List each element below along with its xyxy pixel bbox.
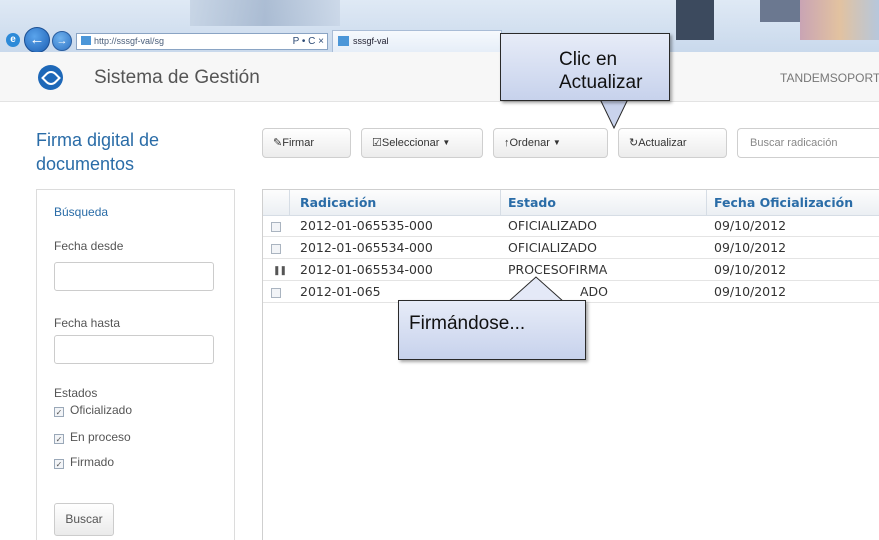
app-logo-icon [38, 65, 63, 90]
column-separator [289, 190, 290, 216]
browser-background-decoration [676, 0, 714, 40]
ordenar-label: Ordenar [509, 137, 550, 149]
browser-chrome: e ← → http://sssgf-val/sg Ρ • C × sssgf-… [0, 0, 879, 52]
estado-label: Oficializado [70, 403, 133, 417]
callout-pointer [599, 98, 629, 130]
forward-arrow-icon[interactable]: → [52, 31, 72, 51]
column-separator [706, 190, 707, 216]
address-controls[interactable]: Ρ • C × [293, 34, 324, 49]
firmar-button[interactable]: ✎Firmar [262, 128, 351, 158]
estado-firmado-checkbox[interactable]: ✓ Firmado [54, 455, 114, 469]
cell-fecha: 09/10/2012 [714, 240, 787, 255]
pencil-icon: ✎ [273, 137, 283, 149]
fecha-desde-input[interactable] [54, 262, 214, 291]
check-square-icon: ☑ [372, 137, 382, 149]
documents-grid: Radicación Estado Fecha Oficialización 2… [262, 189, 879, 540]
column-header-radicacion[interactable]: Radicación [295, 190, 376, 216]
fecha-desde-label: Fecha desde [54, 239, 124, 253]
browser-tab[interactable]: sssgf-val [332, 30, 502, 52]
callout-firmando: Firmándose... [398, 300, 586, 360]
app-title: Sistema de Gestión [94, 67, 260, 88]
user-name[interactable]: TANDEMSOPORTE [780, 71, 879, 85]
sidebar-title: Búsqueda [54, 205, 109, 219]
cell-radicacion: 2012-01-065534-000 [300, 262, 433, 277]
row-checkbox[interactable] [271, 244, 281, 254]
search-sidebar: Búsqueda Fecha desde Fecha hasta Estados… [36, 189, 235, 540]
callout-text: Firmándose... [409, 313, 526, 334]
column-header-fecha[interactable]: Fecha Oficialización [709, 190, 853, 216]
browser-background-decoration [800, 0, 879, 40]
cell-fecha: 09/10/2012 [714, 284, 787, 299]
caret-down-icon: ▼ [442, 138, 451, 147]
row-checkbox[interactable] [271, 288, 281, 298]
buscar-radicacion-input[interactable]: Buscar radicación [737, 128, 879, 158]
browser-background-decoration [190, 0, 340, 26]
cell-fecha: 09/10/2012 [714, 218, 787, 233]
table-row[interactable]: 2012-01-065534-000 OFICIALIZADO 09/10/20… [263, 238, 879, 259]
fecha-hasta-label: Fecha hasta [54, 316, 121, 330]
browser-logo-icon: e [6, 33, 20, 47]
ordenar-dropdown[interactable]: ↑Ordenar ▼ [493, 128, 608, 158]
row-checkbox[interactable] [271, 222, 281, 232]
caret-down-icon: ▼ [552, 138, 561, 147]
tab-favicon-icon [338, 36, 349, 46]
table-row[interactable]: 2012-01-065535-000 OFICIALIZADO 09/10/20… [263, 216, 879, 237]
column-separator [500, 190, 501, 216]
estado-label: Firmado [70, 455, 115, 469]
browser-background-decoration [760, 0, 800, 22]
estado-oficializado-checkbox[interactable]: ✓ Oficializado [54, 403, 132, 417]
signing-progress-icon: ❚❚ [273, 265, 287, 275]
checkbox-checked-icon[interactable]: ✓ [54, 459, 64, 469]
firmar-label: Firmar [282, 137, 314, 149]
estado-en-proceso-checkbox[interactable]: ✓ En proceso [54, 430, 131, 444]
estados-label: Estados [54, 386, 98, 400]
refresh-icon: ↻ [629, 137, 639, 149]
callout-text-line1: Clic en [559, 49, 618, 70]
estado-label: En proceso [70, 430, 131, 444]
seleccionar-label: Seleccionar [381, 137, 440, 149]
cell-fecha: 09/10/2012 [714, 262, 787, 277]
app-header: Sistema de Gestión TANDEMSOPORTE [0, 52, 879, 102]
address-url: http://sssgf-val/sg [94, 36, 165, 46]
checkbox-checked-icon[interactable]: ✓ [54, 434, 64, 444]
browser-tab-label: sssgf-val [353, 36, 389, 46]
cell-estado: OFICIALIZADO [508, 218, 597, 233]
callout-actualizar: Clic en Actualizar [500, 33, 670, 101]
column-header-estado[interactable]: Estado [503, 190, 556, 216]
buscar-button[interactable]: Buscar [54, 503, 114, 536]
cell-estado: OFICIALIZADO [508, 240, 597, 255]
checkbox-checked-icon[interactable]: ✓ [54, 407, 64, 417]
back-arrow-icon[interactable]: ← [24, 27, 50, 52]
favicon-icon [81, 36, 91, 45]
seleccionar-dropdown[interactable]: ☑Seleccionar ▼ [361, 128, 483, 158]
cell-radicacion: 2012-01-065534-000 [300, 240, 433, 255]
grid-header: Radicación Estado Fecha Oficialización [263, 190, 879, 216]
cell-radicacion: 2012-01-065 [300, 284, 381, 299]
callout-text-line2: Actualizar [559, 72, 643, 93]
actualizar-label: Actualizar [638, 137, 687, 149]
page-title: Firma digital de documentos [36, 130, 160, 174]
fecha-hasta-input[interactable] [54, 335, 214, 364]
address-bar[interactable]: http://sssgf-val/sg Ρ • C × [76, 33, 328, 50]
cell-radicacion: 2012-01-065535-000 [300, 218, 433, 233]
